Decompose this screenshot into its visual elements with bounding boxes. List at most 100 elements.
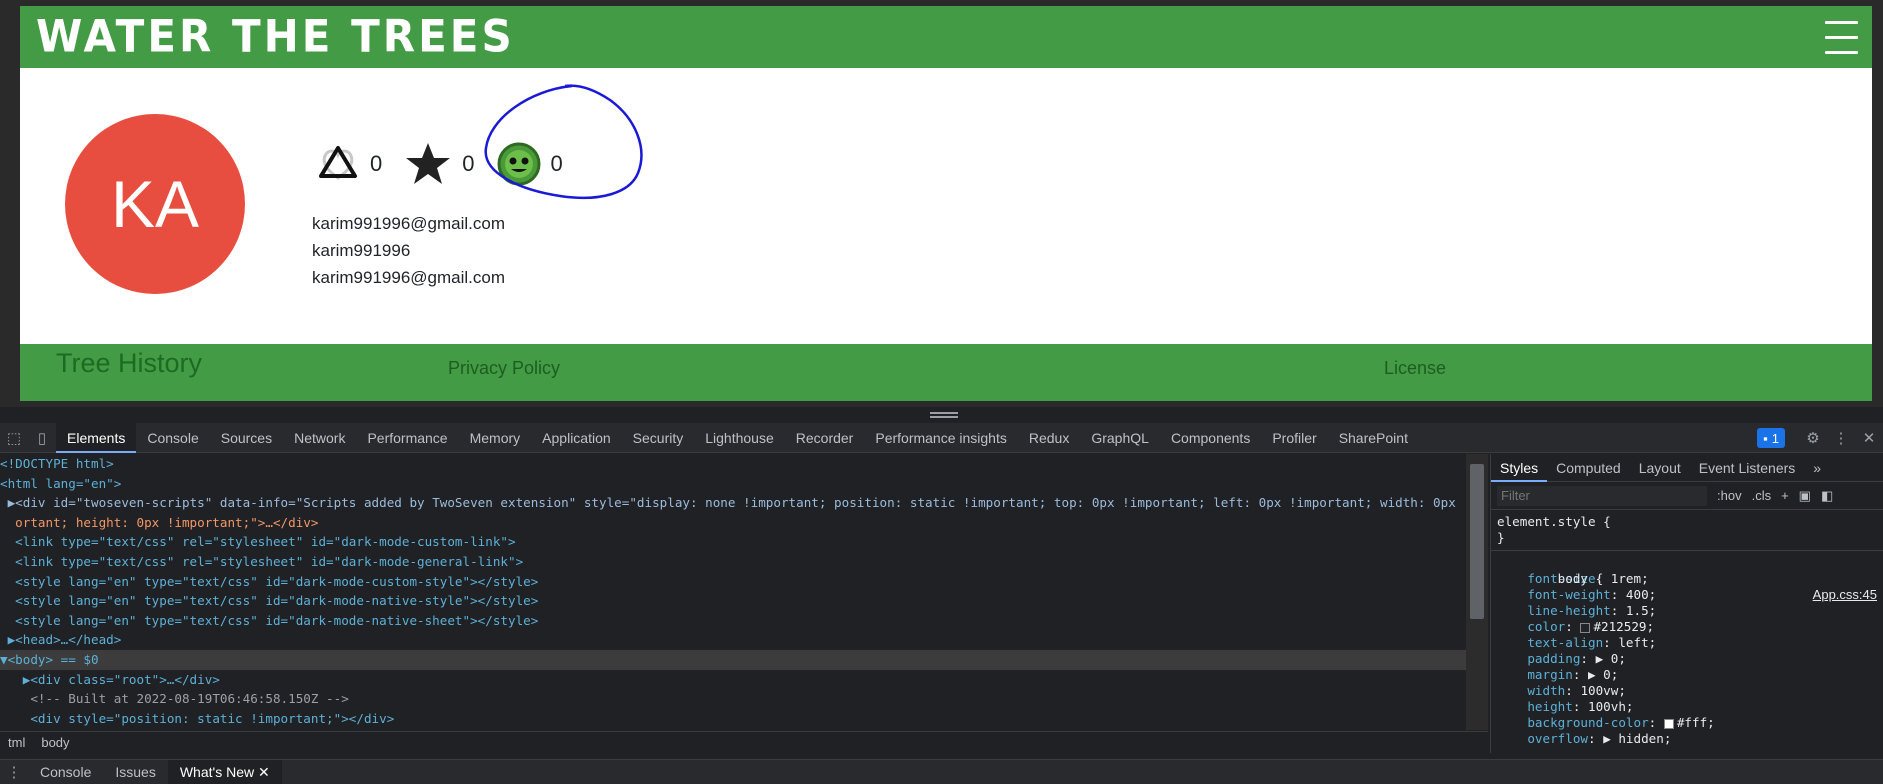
styles-tab-bar: Styles Computed Layout Event Listeners »: [1491, 454, 1883, 482]
dom-breadcrumb: tml body: [0, 731, 1488, 753]
dom-line[interactable]: ▶<head>…</head>: [0, 630, 1466, 650]
brand-logo[interactable]: WATER THE TREES: [36, 11, 515, 62]
css-property[interactable]: text-align: left;: [1491, 635, 1883, 651]
breadcrumb-body[interactable]: body: [33, 735, 77, 750]
tab-network[interactable]: Network: [283, 423, 356, 453]
dom-line[interactable]: <html lang="en">: [0, 474, 1466, 494]
tab-layout[interactable]: Layout: [1630, 454, 1690, 482]
dom-line[interactable]: ortant; height: 0px !important;">…</div>: [0, 513, 1466, 533]
dom-line[interactable]: <style lang="en" type="text/css" id="dar…: [0, 591, 1466, 611]
css-property[interactable]: height: 100vh;: [1491, 699, 1883, 715]
body-rule-selector[interactable]: body { App.css:45: [1491, 555, 1883, 602]
tab-performance[interactable]: Performance: [356, 423, 458, 453]
drawer-tab-whats-new[interactable]: What's New ✕: [167, 759, 282, 784]
devtools-actions: ▪ 1 ⚙ ⋮ ✕: [1757, 423, 1883, 453]
css-property[interactable]: line-height: 1.5;: [1491, 603, 1883, 619]
app-header: WATER THE TREES: [20, 6, 1872, 68]
stat-value: 0: [370, 151, 383, 176]
devtools-tab-bar: ⬚ ▯ Elements Console Sources Network Per…: [0, 422, 1883, 453]
dom-line-selected[interactable]: ▼<body> == $0: [0, 649, 1466, 670]
tab-lighthouse[interactable]: Lighthouse: [694, 423, 785, 453]
tab-styles[interactable]: Styles: [1491, 454, 1548, 482]
more-options-icon[interactable]: ⋮: [1827, 423, 1855, 453]
license-link[interactable]: License: [1384, 358, 1446, 379]
triangle-heart-icon: [319, 146, 357, 180]
devtools-panel: ⬚ ▯ Elements Console Sources Network Per…: [0, 407, 1883, 784]
username-text: karim991996: [312, 241, 411, 260]
stat-item: 0: [316, 142, 382, 186]
tab-security[interactable]: Security: [622, 423, 695, 453]
tab-event-listeners[interactable]: Event Listeners: [1690, 454, 1805, 482]
star-icon: [406, 143, 451, 184]
css-property[interactable]: padding: ▶ 0;: [1491, 651, 1883, 667]
breadcrumb-html[interactable]: tml: [0, 735, 33, 750]
source-link[interactable]: App.css:45: [1813, 587, 1877, 603]
dom-line[interactable]: <!-- Built at 2022-08-19T06:46:58.150Z -…: [0, 689, 1466, 709]
dom-line[interactable]: <link type="text/css" rel="stylesheet" i…: [0, 552, 1466, 572]
close-tab-icon[interactable]: ✕: [258, 764, 270, 780]
tab-memory[interactable]: Memory: [459, 423, 532, 453]
css-property[interactable]: overflow: ▶ hidden;: [1491, 731, 1883, 747]
hand-drawn-circle-annotation: [484, 84, 643, 200]
issues-badge[interactable]: ▪ 1: [1757, 428, 1785, 448]
rule-close: }: [1497, 530, 1505, 545]
cls-toggle[interactable]: .cls: [1752, 488, 1772, 503]
drawer-menu-icon[interactable]: ⋮: [0, 757, 28, 784]
tab-elements[interactable]: Elements: [56, 422, 137, 453]
elements-dom-tree[interactable]: <!DOCTYPE html> <html lang="en"> ▶<div i…: [0, 454, 1466, 730]
dom-line[interactable]: <style lang="en" type="text/css" id="dar…: [0, 611, 1466, 631]
more-tabs-icon[interactable]: »: [1804, 454, 1830, 482]
styles-filter-bar: :hov .cls + ▣ ◧: [1491, 482, 1883, 510]
drawer-tab-issues[interactable]: Issues: [103, 760, 167, 784]
devtools-resize-handle[interactable]: [0, 407, 1883, 423]
issues-count: 1: [1771, 430, 1779, 446]
devtools-drawer: ⋮ Console Issues What's New ✕: [0, 759, 1883, 784]
css-property[interactable]: margin: ▶ 0;: [1491, 667, 1883, 683]
close-devtools-icon[interactable]: ✕: [1855, 423, 1883, 453]
hov-toggle[interactable]: :hov: [1717, 488, 1742, 503]
tab-computed[interactable]: Computed: [1547, 454, 1630, 482]
dom-line[interactable]: <!DOCTYPE html>: [0, 454, 1466, 474]
tree-history-link[interactable]: Tree History: [56, 348, 202, 379]
style-rules: element.style { } body { App.css:45 font…: [1491, 510, 1883, 747]
element-style-selector[interactable]: element.style {: [1491, 514, 1883, 530]
settings-gear-icon[interactable]: ⚙: [1799, 423, 1827, 453]
dom-line[interactable]: ▶<div id="twoseven-scripts" data-info="S…: [0, 493, 1466, 513]
new-rule-icon[interactable]: +: [1781, 488, 1789, 503]
app-footer: Tree History Privacy Policy License: [20, 344, 1872, 401]
paint-icon[interactable]: ▣: [1799, 488, 1811, 504]
web-page: WATER THE TREES KA 0 0 0 karim991996@gma…: [20, 6, 1872, 401]
inspect-element-icon[interactable]: ⬚: [0, 423, 28, 453]
styles-pane: Styles Computed Layout Event Listeners »…: [1490, 454, 1883, 753]
email-text: karim991996@gmail.com: [312, 214, 506, 233]
email-text-secondary: karim991996@gmail.com: [312, 268, 506, 287]
tab-sources[interactable]: Sources: [210, 423, 283, 453]
tab-application[interactable]: Application: [531, 423, 622, 453]
hamburger-menu-icon[interactable]: [1825, 21, 1858, 54]
dom-line[interactable]: <div style="position: static !important;…: [0, 709, 1466, 729]
tab-sharepoint[interactable]: SharePoint: [1328, 423, 1419, 453]
privacy-policy-link[interactable]: Privacy Policy: [448, 358, 560, 379]
css-property[interactable]: color: #212529;: [1491, 619, 1883, 635]
device-toolbar-icon[interactable]: ▯: [28, 423, 56, 453]
toggle-sidebar-icon[interactable]: ◧: [1821, 488, 1833, 504]
styles-filter-input[interactable]: [1497, 485, 1707, 506]
tab-recorder[interactable]: Recorder: [785, 423, 865, 453]
elements-scrollbar[interactable]: [1466, 454, 1488, 730]
dom-line[interactable]: ▶<div class="root">…</div>: [0, 670, 1466, 690]
tab-console[interactable]: Console: [136, 423, 209, 453]
dom-line[interactable]: <style lang="en" type="text/css" id="dar…: [0, 572, 1466, 592]
tab-graphql[interactable]: GraphQL: [1080, 423, 1160, 453]
dom-line[interactable]: <link type="text/css" rel="stylesheet" i…: [0, 532, 1466, 552]
message-icon: ▪: [1763, 430, 1768, 446]
drawer-tab-console[interactable]: Console: [28, 760, 103, 784]
tab-redux[interactable]: Redux: [1018, 423, 1080, 453]
css-property[interactable]: width: 100vw;: [1491, 683, 1883, 699]
tab-profiler[interactable]: Profiler: [1261, 423, 1327, 453]
css-property[interactable]: background-color: #fff;: [1491, 715, 1883, 731]
page-viewport: WATER THE TREES KA 0 0 0 karim991996@gma…: [0, 0, 1883, 407]
tab-components[interactable]: Components: [1160, 423, 1261, 453]
tab-performance-insights[interactable]: Performance insights: [864, 423, 1018, 453]
color-swatch[interactable]: [1580, 622, 1591, 633]
color-swatch[interactable]: [1663, 718, 1674, 729]
